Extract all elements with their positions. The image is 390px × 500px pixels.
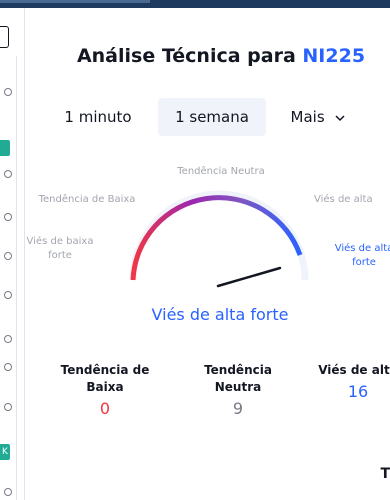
- counter-sell: Tendência de Baixa 0: [50, 362, 160, 417]
- gauge-verdict: Viés de alta forte: [151, 305, 289, 324]
- needle-line: [216, 266, 282, 288]
- title-prefix: Análise Técnica para: [76, 45, 303, 67]
- counter-buy: Viés de alta 16: [318, 362, 390, 400]
- counter-label: Tendência Neutra: [204, 363, 272, 394]
- top-bar-highlight: [0, 0, 150, 3]
- counter-value: 9: [232, 399, 244, 418]
- signal-counters: Tendência de Baixa 0 Tendência Neutra 9 …: [0, 362, 390, 442]
- counter-label: Viés de alta: [318, 363, 390, 377]
- tab-label: 1 minuto: [64, 108, 132, 126]
- tab-label: 1 semana: [175, 108, 249, 126]
- symbol-link[interactable]: NI225: [302, 45, 365, 67]
- watchlist-item-dot[interactable]: [4, 88, 12, 96]
- tab-label: Mais: [290, 108, 325, 126]
- tradingview-logo: T: [380, 466, 390, 482]
- watchlist-item-dot[interactable]: [4, 488, 12, 496]
- watchlist-badge: K: [0, 444, 10, 460]
- counter-neutral: Tendência Neutra 9: [192, 362, 284, 417]
- gauge-arc: [130, 195, 303, 281]
- tab-1-week[interactable]: 1 semana: [158, 98, 266, 136]
- page-title: Análise Técnica para NI225: [26, 45, 390, 67]
- counter-value: 16: [347, 382, 369, 401]
- timeframe-tabs: 1 minuto 1 semana Mais: [0, 98, 390, 138]
- counter-value: 0: [99, 399, 111, 418]
- tab-more[interactable]: Mais: [280, 98, 356, 136]
- top-bar: [0, 0, 390, 8]
- gauge-needle: [216, 266, 282, 288]
- counter-label: Tendência de Baixa: [60, 363, 150, 394]
- tab-1-minute[interactable]: 1 minuto: [52, 98, 144, 136]
- panel-toggle-icon[interactable]: [0, 26, 9, 48]
- chevron-down-icon: [335, 114, 345, 121]
- watchlist-badge: [0, 140, 10, 156]
